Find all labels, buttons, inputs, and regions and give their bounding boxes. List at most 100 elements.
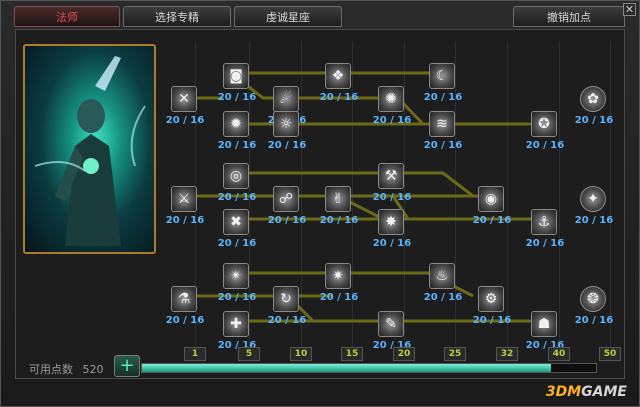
skill-node[interactable]: ✎ 20 / 16 — [373, 311, 411, 351]
skill-points-value: 20 / 16 — [319, 92, 359, 103]
skill-icon: ❂ — [587, 291, 599, 307]
skill-icon: ✌ — [332, 191, 344, 207]
skill-points-value: 20 / 16 — [267, 140, 307, 151]
tab-constellation[interactable]: 虔诚星座 — [234, 6, 342, 27]
available-points-value: 520 — [82, 363, 104, 376]
skill-points-value: 20 / 16 — [217, 292, 257, 303]
skill-points-value: 20 / 16 — [423, 292, 463, 303]
skill-points-value: 20 / 16 — [423, 92, 463, 103]
skill-points-value: 20 / 16 — [525, 140, 565, 151]
skill-node[interactable]: ◎ 20 / 16 — [218, 163, 256, 203]
skill-icon: ☾ — [435, 68, 449, 84]
skill-icon: ✷ — [332, 268, 344, 284]
tier-marker: 40 — [548, 347, 570, 361]
skill-points-value: 20 / 16 — [319, 292, 359, 303]
tab-select-spec[interactable]: 选择专精 — [123, 6, 231, 27]
close-icon[interactable]: ✕ — [623, 3, 636, 16]
skill-icon: ✖ — [230, 214, 242, 230]
skill-icon: ⚒ — [384, 168, 398, 184]
available-points: 可用点数 520 — [29, 361, 104, 377]
skill-points-value: 20 / 16 — [372, 115, 412, 126]
skill-node[interactable]: ☾ 20 / 16 — [424, 63, 462, 103]
skill-node[interactable]: ✺ 20 / 16 — [373, 86, 411, 126]
add-point-button[interactable]: + — [114, 355, 140, 377]
skill-points-value: 20 / 16 — [217, 192, 257, 203]
skill-node[interactable]: ✌ 20 / 16 — [320, 186, 358, 226]
skill-node[interactable]: ☍ 20 / 16 — [268, 186, 306, 226]
skill-node[interactable]: ♨ 20 / 16 — [424, 263, 462, 303]
skill-node[interactable]: ✸ 20 / 16 — [373, 209, 411, 249]
skill-node[interactable]: ✪ 20 / 16 — [526, 111, 564, 151]
skill-tree: ✕20 / 16◙20 / 16☄20 / 16❖20 / 16✺20 / 16… — [163, 41, 613, 351]
tier-marker: 1 — [184, 347, 206, 361]
skill-icon: ✿ — [587, 91, 599, 107]
skill-points-value: 20 / 16 — [217, 92, 257, 103]
skill-points-value: 20 / 16 — [165, 315, 205, 326]
skill-node[interactable]: ✦ 20 / 16 — [575, 186, 613, 226]
skill-icon: ☗ — [537, 316, 551, 332]
skill-icon: ✹ — [230, 116, 242, 132]
skill-node[interactable]: ◙ 20 / 16 — [218, 63, 256, 103]
skill-icon: ⚓ — [537, 214, 551, 230]
skill-icon: ☼ — [279, 116, 293, 132]
skill-icon: ⚔ — [177, 191, 191, 207]
skill-node[interactable]: ☄20 / 16 — [268, 86, 306, 126]
skill-points-value: 20 / 16 — [267, 315, 307, 326]
tier-marker: 32 — [496, 347, 518, 361]
tier-marker: 15 — [341, 347, 363, 361]
skill-icon: ✺ — [385, 91, 397, 107]
skill-node[interactable]: ≋ 20 / 16 — [424, 111, 462, 151]
skill-points-value: 20 / 16 — [267, 215, 307, 226]
watermark-suffix: GAME — [581, 384, 627, 400]
skill-node[interactable]: ✴ 20 / 16 — [218, 263, 256, 303]
tab-class[interactable]: 法师 — [14, 6, 120, 27]
skill-icon: ✴ — [230, 268, 242, 284]
mage-figure-icon — [34, 56, 146, 246]
skill-node[interactable]: ✚ 20 / 16 — [218, 311, 256, 351]
skill-node[interactable]: ⚒ 20 / 16 — [373, 163, 411, 203]
skill-icon: ☄ — [279, 91, 293, 107]
skill-points-value: 20 / 16 — [165, 215, 205, 226]
skill-icon: ❖ — [331, 68, 345, 84]
skill-points-value: 20 / 16 — [217, 238, 257, 249]
skill-icon: ✸ — [385, 214, 397, 230]
reset-points-button[interactable]: 撤销加点 — [513, 6, 625, 27]
tier-marker: 50 — [599, 347, 621, 361]
skill-node[interactable]: ✷ 20 / 16 — [320, 263, 358, 303]
skill-icon: ◎ — [229, 168, 243, 184]
skill-points-value: 20 / 16 — [472, 215, 512, 226]
skill-icon: ☍ — [278, 191, 294, 207]
skill-points-value: 20 / 16 — [217, 140, 257, 151]
tier-marker: 10 — [290, 347, 312, 361]
skill-node[interactable]: ❖ 20 / 16 — [320, 63, 358, 103]
skill-node[interactable]: ☗ 20 / 16 — [526, 311, 564, 351]
skill-node[interactable]: ◉ 20 / 16 — [473, 186, 511, 226]
skill-node[interactable]: ✕ 20 / 16 — [166, 86, 204, 126]
skill-icon: ◉ — [484, 191, 498, 207]
talent-window: 法师 选择专精 虔诚星座 撤销加点 ✕ ✕ 20 / 16 ◙ 20 / 16 … — [0, 0, 640, 407]
skill-node[interactable]: ↻ 20 / 16 — [268, 286, 306, 326]
skill-node[interactable]: ⚓ 20 / 16 — [526, 209, 564, 249]
watermark-prefix: 3DM — [545, 384, 582, 400]
skill-node[interactable]: ❂ 20 / 16 — [575, 286, 613, 326]
watermark-logo: 3DMGAME — [546, 384, 627, 400]
skill-node[interactable]: ⚙ 20 / 16 — [473, 286, 511, 326]
skill-points-value: 20 / 16 — [423, 140, 463, 151]
skill-icon: ↻ — [280, 291, 292, 307]
skill-node[interactable]: ☼ 20 / 16 — [268, 111, 306, 151]
tier-marker: 20 — [393, 347, 415, 361]
progress-bar — [141, 363, 597, 373]
tier-marker: 25 — [444, 347, 466, 361]
skill-points-value: 20 / 16 — [472, 315, 512, 326]
skill-node[interactable]: ✹ 20 / 16 — [218, 111, 256, 151]
skill-node[interactable]: ⚔ 20 / 16 — [166, 186, 204, 226]
skill-points-value: 20 / 16 — [574, 315, 614, 326]
skill-node[interactable]: ⚗ 20 / 16 — [166, 286, 204, 326]
mage-portrait — [23, 44, 156, 254]
skill-node[interactable]: ✖ 20 / 16 — [218, 209, 256, 249]
skill-points-value: 20 / 16 — [372, 238, 412, 249]
skill-points-value: 20 / 16 — [525, 238, 565, 249]
skill-points-value: 20 / 16 — [165, 115, 205, 126]
skill-icon: ≋ — [436, 116, 448, 132]
skill-node[interactable]: ✿ 20 / 16 — [575, 86, 613, 126]
